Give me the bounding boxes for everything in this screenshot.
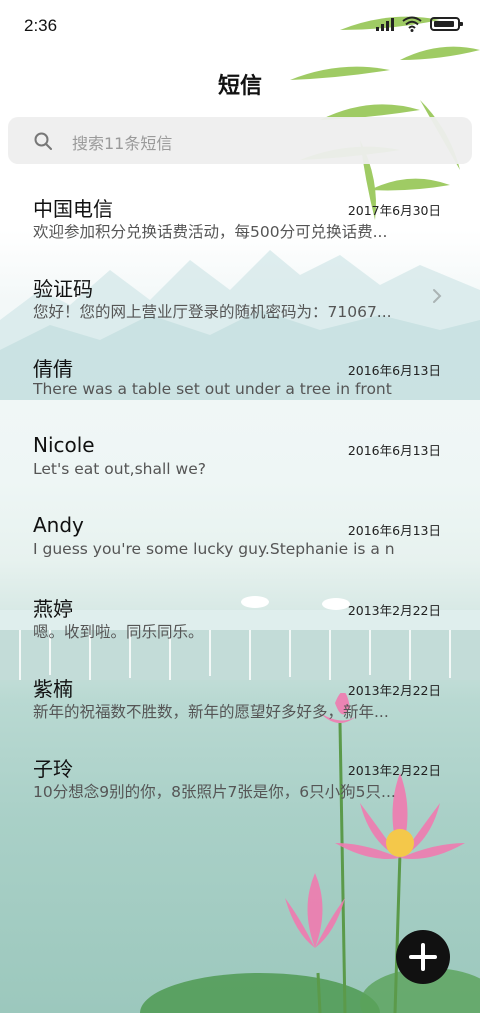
message-preview: I guess you're some lucky guy.Stephanie … <box>33 540 395 558</box>
list-item[interactable]: 紫楠 2013年2月22日 新年的祝福数不胜数，新年的愿望好多好多，新年... <box>0 660 480 740</box>
plus-icon <box>409 943 437 971</box>
search-icon <box>34 132 52 150</box>
status-icons <box>376 16 463 32</box>
list-item[interactable]: 中国电信 2017年6月30日 欢迎参加积分兑换话费活动，每500分可兑换话费.… <box>0 180 480 260</box>
message-preview: Let's eat out,shall we? <box>33 460 206 478</box>
message-preview: 欢迎参加积分兑换话费活动，每500分可兑换话费... <box>33 223 388 241</box>
message-date: 2016年6月13日 <box>347 443 441 458</box>
contact-name: 倩倩 <box>33 357 73 381</box>
message-date: 2017年6月30日 <box>347 203 441 218</box>
list-item[interactable]: 验证码 您好！您的网上营业厅登录的随机密码为：71067... <box>0 260 480 340</box>
message-preview: 10分想念9别的你，8张照片7张是你，6只小狗5只... <box>33 783 395 801</box>
contact-name: 中国电信 <box>33 197 113 221</box>
contact-name: Andy <box>33 513 84 537</box>
message-date: 2013年2月22日 <box>347 763 441 778</box>
contact-name: 子玲 <box>33 757 73 781</box>
list-item[interactable]: 子玲 2013年2月22日 10分想念9别的你，8张照片7张是你，6只小狗5只.… <box>0 740 480 820</box>
list-item[interactable]: Andy 2016年6月13日 I guess you're some luck… <box>0 500 480 580</box>
message-date: 2013年2月22日 <box>347 683 441 698</box>
compose-button[interactable] <box>396 930 450 984</box>
message-preview: There was a table set out under a tree i… <box>33 380 395 398</box>
list-item[interactable]: Nicole 2016年6月13日 Let's eat out,shall we… <box>0 420 480 500</box>
search-placeholder: 搜索11条短信 <box>72 134 173 153</box>
list-item[interactable]: 燕婷 2013年2月22日 嗯。收到啦。同乐同乐。 <box>0 580 480 660</box>
signal-icon <box>376 17 394 31</box>
chevron-right-icon <box>433 289 442 303</box>
message-preview: 您好！您的网上营业厅登录的随机密码为：71067... <box>33 303 392 321</box>
contact-name: 验证码 <box>33 277 93 301</box>
page-title: 短信 <box>217 74 262 99</box>
message-preview: 新年的祝福数不胜数，新年的愿望好多好多，新年... <box>33 703 389 721</box>
status-time: 2:36 <box>24 16 58 35</box>
contact-name: Nicole <box>33 433 95 457</box>
status-bar: 2:36 <box>0 0 480 52</box>
message-date: 2016年6月13日 <box>347 523 441 538</box>
message-list: 中国电信 2017年6月30日 欢迎参加积分兑换话费活动，每500分可兑换话费.… <box>0 180 480 820</box>
message-date: 2016年6月13日 <box>347 363 441 378</box>
wifi-icon <box>402 16 422 32</box>
search-input[interactable]: 搜索11条短信 <box>8 117 472 164</box>
contact-name: 紫楠 <box>33 677 73 701</box>
message-preview: 嗯。收到啦。同乐同乐。 <box>33 623 204 641</box>
contact-name: 燕婷 <box>33 597 73 621</box>
list-item[interactable]: 倩倩 2016年6月13日 There was a table set out … <box>0 340 480 420</box>
message-date: 2013年2月22日 <box>347 603 441 618</box>
battery-icon <box>430 17 463 31</box>
